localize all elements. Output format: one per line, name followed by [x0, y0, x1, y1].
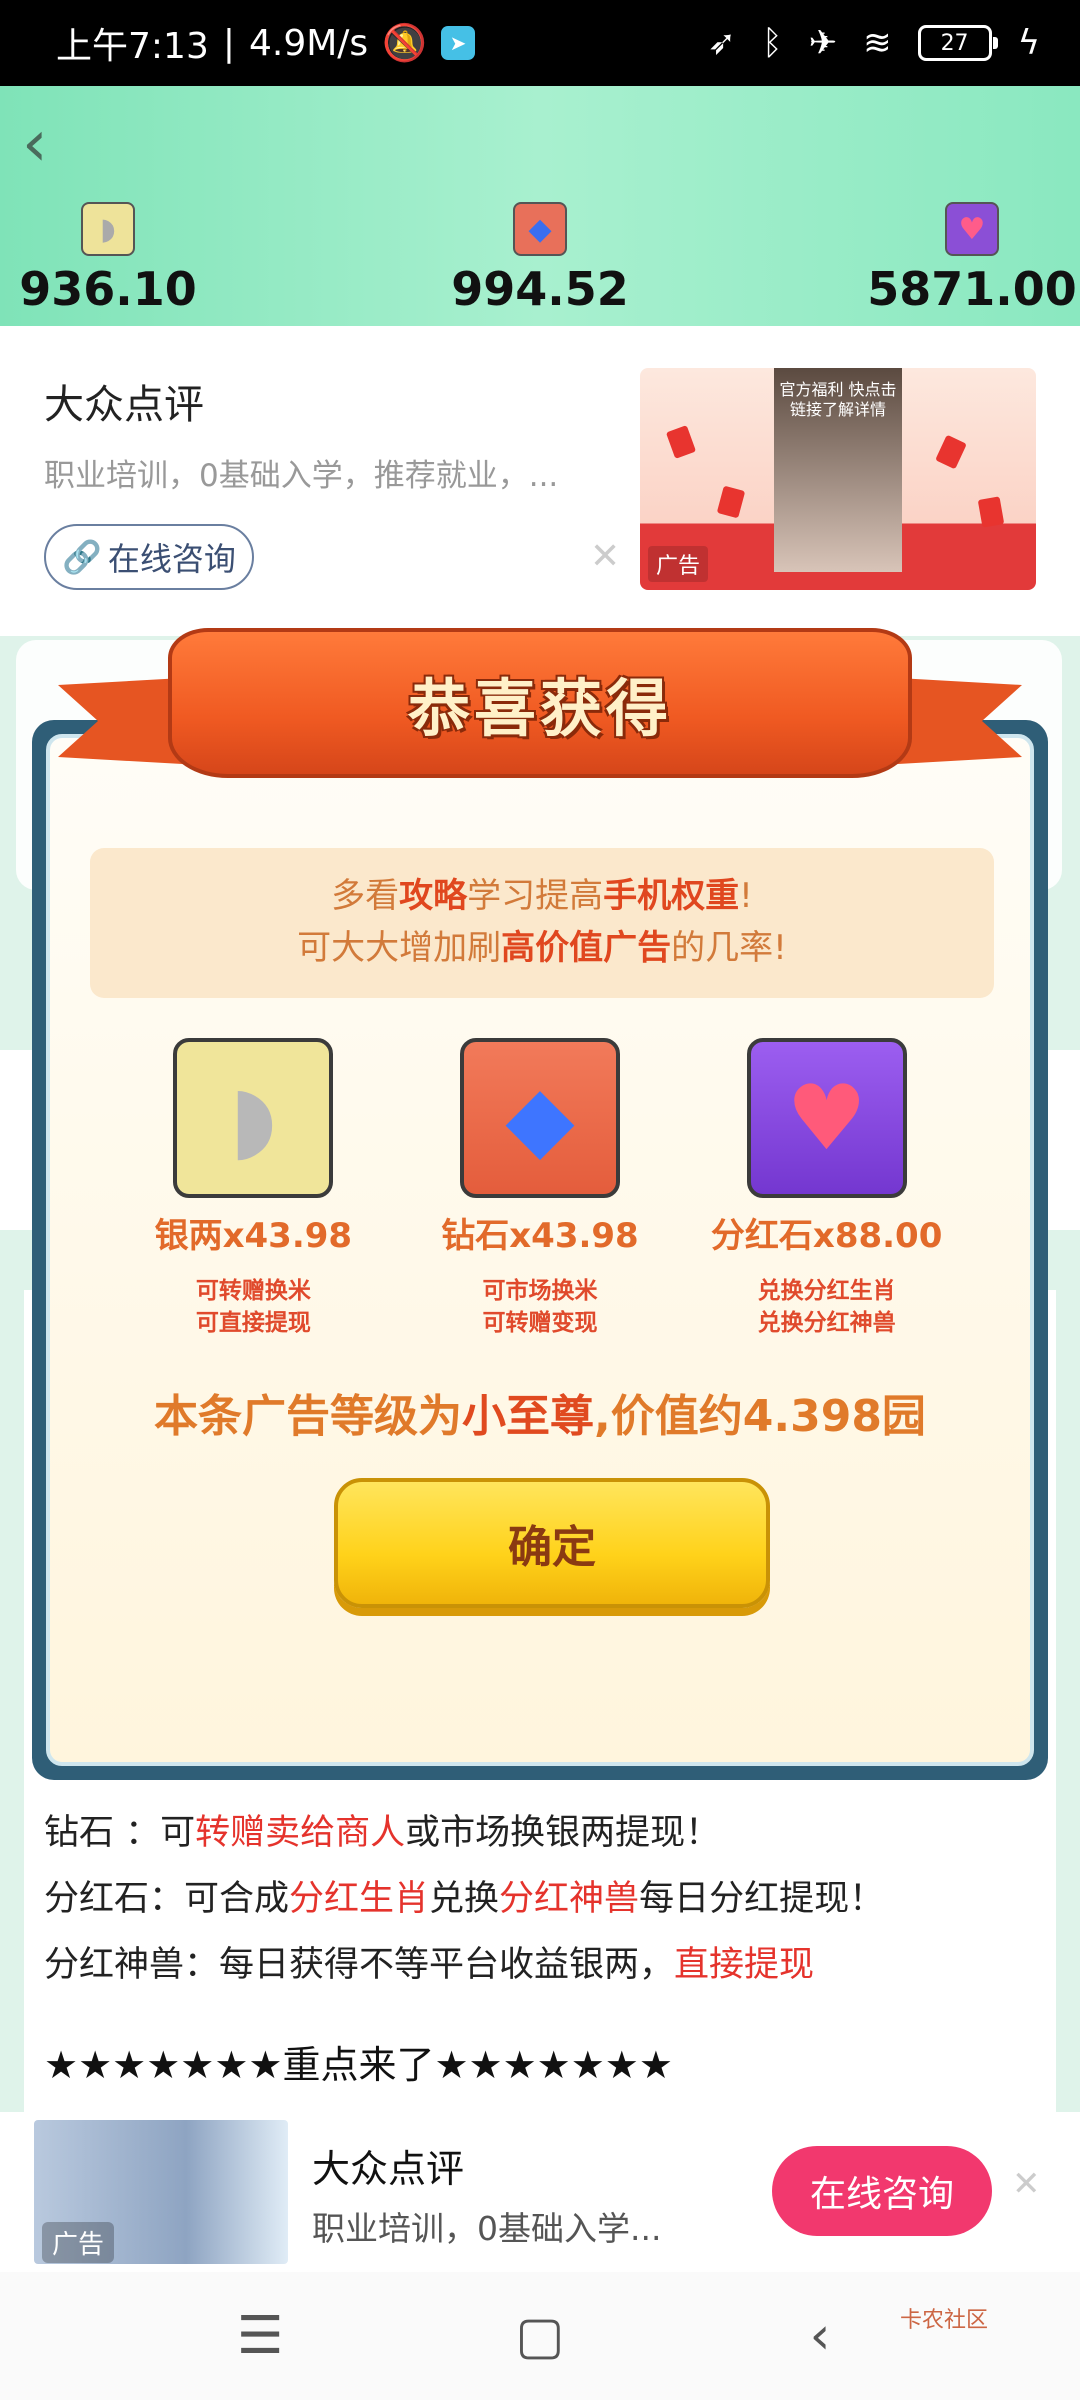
- reward-name: 银两x43.98: [154, 1216, 353, 1256]
- airplane-icon: ✈: [808, 23, 838, 63]
- balance-gem: ♥ 5871.00: [792, 202, 1080, 316]
- home-icon[interactable]: ▢: [495, 2306, 585, 2366]
- clock: 上午7:13: [56, 26, 209, 67]
- ad-video-caption: 官方福利 快点击链接了解详情: [779, 380, 897, 419]
- reward-name: 钻石x43.98: [441, 1216, 639, 1256]
- reward-notes: 兑换分红生肖 兑换分红神兽: [757, 1278, 896, 1336]
- back-icon[interactable]: ‹: [775, 2306, 865, 2366]
- confirm-button[interactable]: 确定: [334, 1478, 770, 1608]
- close-icon[interactable]: ✕: [590, 536, 620, 577]
- bluetooth-icon: ᛒ: [762, 23, 783, 63]
- article-text: 钻石 ：可转赠卖给商人或市场换银两提现！ 分红石：可合成分红生肖兑换分红神兽每日…: [44, 1813, 885, 1985]
- diamond-icon: ◆: [513, 202, 567, 256]
- ad-tag: 广告: [648, 546, 709, 582]
- balance-silver: ◗ 936.10: [0, 202, 288, 316]
- ad-title: 大众点评: [44, 382, 204, 428]
- link-icon: 🔗: [62, 538, 102, 576]
- header: ‹ ◗ 936.10 ◆ 994.52 ♥ 5871.00: [0, 86, 1080, 326]
- balance-value: 936.10: [19, 262, 197, 316]
- highlight-heading: ★★★★★★★重点来了★★★★★★★: [44, 2043, 673, 2087]
- charging-icon: ϟ: [1017, 23, 1040, 63]
- close-icon[interactable]: ✕: [1012, 2164, 1041, 2204]
- red-envelope-icon: [977, 496, 1005, 528]
- back-button[interactable]: ‹: [22, 104, 82, 184]
- bottom-ad[interactable]: 广告 大众点评 职业培训，0基础入学... 在线咨询 ✕: [0, 2112, 1080, 2272]
- reward-notes: 可市场换米 可转赠变现: [482, 1278, 598, 1336]
- modal-ribbon: 恭喜获得: [58, 628, 1022, 808]
- modal-body: 多看攻略学习提高手机权重! 可大大增加刷高价值广告的几率! ◗ 银两x43.98…: [46, 734, 1034, 1766]
- ad-description: 职业培训，0基础入学...: [312, 2209, 662, 2248]
- ad-title: 大众点评: [312, 2147, 465, 2191]
- modal-title: 恭喜获得: [407, 672, 672, 745]
- ad-description: 职业培训，0基础入学，推荐就业，...: [44, 458, 559, 494]
- ad-tag: 广告: [42, 2222, 115, 2263]
- balance-value: 994.52: [451, 262, 629, 316]
- balances: ◗ 936.10 ◆ 994.52 ♥ 5871.00: [0, 202, 1080, 316]
- red-envelope-icon: [665, 425, 697, 459]
- reward-diamond: ◆ 钻石x43.98 可市场换米 可转赠变现: [420, 1038, 660, 1339]
- reward-name: 分红石x88.00: [710, 1216, 943, 1256]
- tip-box: 多看攻略学习提高手机权重! 可大大增加刷高价值广告的几率!: [90, 848, 994, 998]
- reward-gem: ♥ 分红石x88.00 兑换分红生肖 兑换分红神兽: [707, 1038, 947, 1339]
- consult-button[interactable]: 🔗 在线咨询: [44, 524, 254, 590]
- menu-icon[interactable]: ☰: [215, 2306, 305, 2366]
- balance-diamond: ◆ 994.52: [360, 202, 720, 316]
- reward-modal: 多看攻略学习提高手机权重! 可大大增加刷高价值广告的几率! ◗ 银两x43.98…: [32, 720, 1048, 1780]
- gem-heart-icon: ♥: [746, 1038, 907, 1198]
- balance-value: 5871.00: [867, 262, 1077, 316]
- red-envelope-icon: [716, 485, 746, 519]
- status-bar: 上午7:13 | 4.9M/s 🔕 ➤ ➶ ᛒ ✈ ≋ 27 ϟ: [0, 0, 1080, 86]
- reward-silver: ◗ 银两x43.98 可转赠换米 可直接提现: [133, 1038, 373, 1339]
- red-envelope-icon: [935, 434, 967, 470]
- silver-ingot-icon: ◗: [81, 202, 135, 256]
- silver-ingot-icon: ◗: [173, 1038, 334, 1198]
- consult-button[interactable]: 在线咨询: [772, 2146, 992, 2236]
- watermark: 卡农社区: [900, 2308, 989, 2333]
- reward-list: ◗ 银两x43.98 可转赠换米 可直接提现 ◆ 钻石x43.98 可市场换米 可转…: [50, 1038, 1030, 1339]
- reward-notes: 可转赠换米 可直接提现: [195, 1278, 311, 1336]
- top-ad[interactable]: 大众点评 职业培训，0基础入学，推荐就业，... 🔗 在线咨询 ✕ 官方福利 快…: [0, 326, 1080, 636]
- battery-icon: 27: [917, 25, 998, 61]
- mute-icon: 🔕: [382, 23, 428, 64]
- ad-image[interactable]: 官方福利 快点击链接了解详情 广告: [640, 368, 1036, 590]
- diamond-icon: ◆: [459, 1038, 620, 1198]
- telegram-icon: ➤: [441, 26, 476, 60]
- wifi-icon: ≋: [863, 23, 892, 63]
- ad-value-line: 本条广告等级为小至尊,价值约4.398园: [154, 1391, 926, 1442]
- location-icon: ➶: [707, 23, 737, 63]
- gem-heart-icon: ♥: [945, 202, 999, 256]
- system-navbar: ☰ ▢ ‹: [0, 2272, 1080, 2400]
- network-speed: 4.9M/s: [248, 22, 369, 64]
